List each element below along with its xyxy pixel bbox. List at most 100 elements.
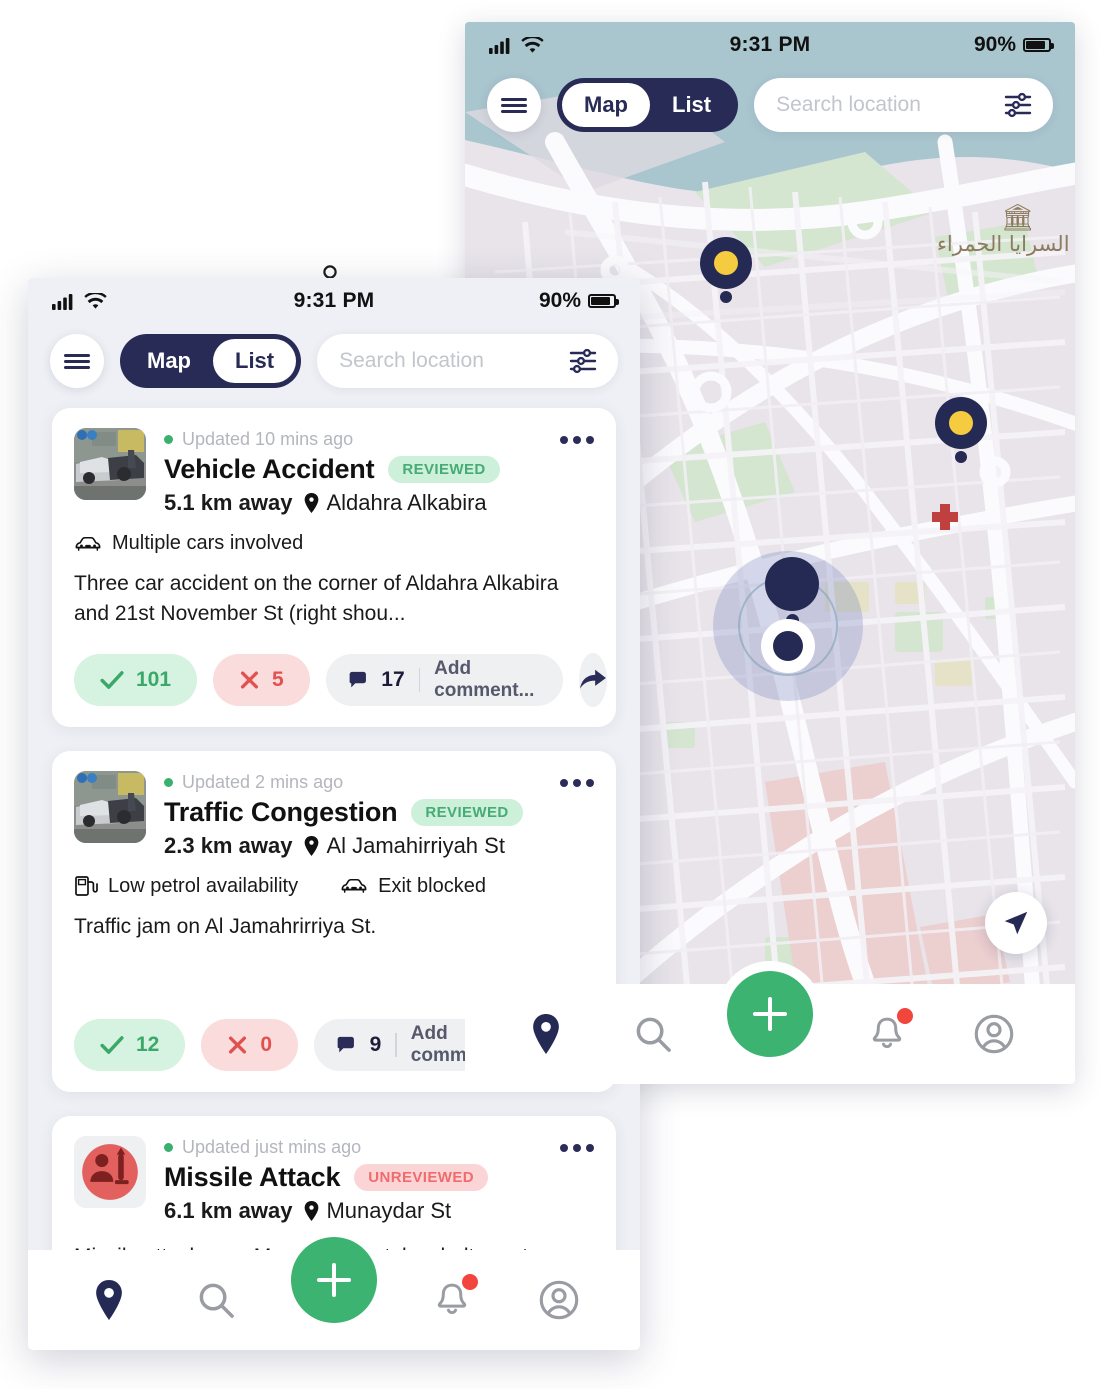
menu-button[interactable] (487, 78, 541, 132)
battery-icon (588, 294, 619, 308)
pin-head (765, 557, 819, 611)
pin-tip (955, 451, 967, 463)
notification-badge (461, 1274, 478, 1290)
user-location-marker[interactable] (713, 551, 863, 701)
check-icon (100, 1035, 124, 1054)
divider (418, 667, 421, 692)
battery-icon (1023, 38, 1054, 52)
share-button[interactable] (579, 652, 608, 707)
upvote-button[interactable]: 12 (74, 1018, 186, 1071)
car-icon (75, 536, 101, 551)
photo-car-accident (74, 770, 146, 843)
incident-card[interactable]: Updated 10 mins ago Vehicle Accident REV… (52, 408, 616, 727)
status-right: 90% (974, 33, 1054, 57)
updated-text: Updated 2 mins ago (182, 771, 344, 792)
toggle-option-map[interactable]: Map (562, 83, 650, 127)
incident-thumbnail[interactable] (74, 1135, 146, 1208)
card-title: Traffic Congestion (164, 796, 398, 827)
card-tag: Low petrol availability (74, 875, 298, 898)
upvote-count: 101 (136, 667, 172, 691)
fuel-pump-icon (75, 876, 98, 896)
card-more-button[interactable] (560, 432, 594, 516)
pin-dot (714, 251, 738, 275)
card-tag: Multiple cars involved (74, 532, 303, 555)
upvote-button[interactable]: 101 (74, 653, 198, 706)
card-distance: 6.1 km away (164, 1197, 293, 1223)
pin-dot (949, 411, 973, 435)
search-location-field[interactable]: Search location (317, 334, 618, 388)
map-list-toggle[interactable]: Map List (557, 78, 739, 132)
status-right: 90% (539, 289, 619, 313)
add-report-fab[interactable] (290, 1237, 377, 1323)
map-bottom-nav (465, 971, 1075, 1084)
card-tag-label: Low petrol availability (108, 874, 299, 897)
hamburger-menu-icon (64, 351, 90, 372)
list-status-bar: 9:31 PM 90% (28, 278, 640, 324)
incident-pin-1[interactable] (700, 237, 752, 303)
menu-button[interactable] (50, 334, 104, 388)
user-profile-icon (974, 1014, 1014, 1054)
incident-pin-2[interactable] (935, 397, 987, 463)
search-icon (199, 1283, 235, 1318)
filter-sliders-icon[interactable] (568, 348, 598, 374)
callout-endpoint (323, 265, 337, 279)
nav-notifications-button[interactable] (855, 1002, 919, 1066)
status-badge: REVIEWED (388, 456, 500, 483)
card-header: Updated 10 mins ago Vehicle Accident REV… (74, 428, 594, 516)
nav-map-button[interactable] (514, 1002, 578, 1066)
live-status-dot (164, 435, 173, 444)
pin-head (935, 397, 987, 449)
more-options-icon (560, 1143, 594, 1152)
map-list-toggle[interactable]: Map List (120, 334, 302, 388)
list-phone-mockup: 9:31 PM 90% Map List Search location Upd… (28, 278, 640, 1350)
nav-search-button[interactable] (621, 1002, 685, 1066)
toggle-option-list[interactable]: List (213, 339, 297, 383)
divider (395, 1032, 397, 1057)
card-actions: 101 5 17 Add comment... (74, 652, 608, 707)
nav-notifications-button[interactable] (420, 1268, 484, 1332)
map-pin-icon (533, 1014, 560, 1054)
current-position-dot (761, 619, 815, 673)
locate-me-arrow-icon (1004, 911, 1028, 935)
card-title-row: Vehicle Accident REVIEWED (164, 454, 542, 485)
card-location: Munaydar St (304, 1198, 451, 1224)
location-text: Aldahra Alkabira (326, 490, 487, 515)
card-meta: 2.3 km away Al Jamahirriyah St (164, 833, 542, 859)
card-title: Missile Attack (164, 1161, 341, 1192)
hamburger-menu-icon (501, 95, 527, 116)
card-location: Aldahra Alkabira (304, 490, 487, 516)
card-more-button[interactable] (560, 1140, 594, 1224)
add-report-fab[interactable] (726, 971, 813, 1057)
incident-thumbnail[interactable] (74, 770, 146, 843)
card-description: Traffic jam on Al Jamahrirriya St. (74, 914, 377, 938)
card-distance: 5.1 km away (164, 490, 293, 515)
incident-thumbnail[interactable] (74, 428, 146, 500)
updated-text: Updated just mins ago (182, 1136, 362, 1157)
card-header-main: Updated just mins ago Missile Attack UNR… (164, 1136, 542, 1224)
map-top-overlay: 9:31 PM 90% Map List Search location (465, 22, 1075, 146)
toggle-option-list[interactable]: List (650, 83, 733, 127)
card-tag-label: Exit blocked (378, 874, 486, 897)
nav-search-button[interactable] (184, 1268, 248, 1332)
filter-sliders-icon[interactable] (1003, 92, 1033, 118)
upvote-count: 12 (136, 1032, 160, 1056)
downvote-button[interactable]: 0 (201, 1018, 299, 1071)
search-location-field[interactable]: Search location (754, 78, 1053, 132)
incident-card-list[interactable]: Updated 10 mins ago Vehicle Accident REV… (28, 402, 640, 1292)
downvote-button[interactable]: 5 (213, 653, 310, 706)
nav-profile-button[interactable] (962, 1002, 1026, 1066)
locate-me-button[interactable] (985, 892, 1047, 954)
location-text: Munaydar St (326, 1197, 452, 1223)
comment-field[interactable]: 17 Add comment... (325, 653, 564, 706)
card-more-button[interactable] (560, 775, 594, 859)
map-pin-icon (96, 1280, 123, 1320)
card-updated: Updated 2 mins ago (164, 772, 542, 793)
status-badge: UNREVIEWED (354, 1163, 488, 1191)
toggle-option-map[interactable]: Map (125, 339, 213, 383)
location-pin-icon (305, 1200, 319, 1221)
cross-icon (229, 1036, 247, 1054)
nav-profile-button[interactable] (527, 1268, 591, 1332)
comment-placeholder: Add comment... (434, 657, 535, 701)
museum-poi-icon: 🏛 (1001, 202, 1035, 232)
nav-map-button[interactable] (77, 1268, 141, 1332)
